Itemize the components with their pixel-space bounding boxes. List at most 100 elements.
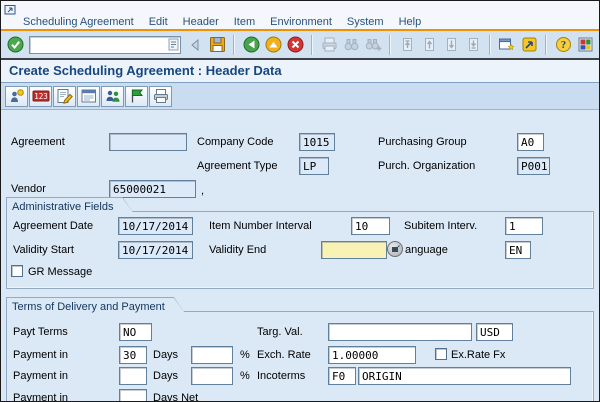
- ex-rate-fx-checkbox[interactable]: [435, 348, 447, 360]
- agreement-type-label: Agreement Type: [197, 160, 278, 172]
- find-button[interactable]: [341, 34, 361, 55]
- purchasing-group-field[interactable]: A0: [517, 133, 544, 151]
- vendor-field[interactable]: 65000021: [109, 180, 196, 198]
- purch-organization-field[interactable]: P001: [517, 157, 550, 175]
- payment-days-field-1[interactable]: 30: [119, 346, 147, 364]
- application-toolbar: 123: [1, 83, 599, 110]
- find-icon: [344, 39, 358, 51]
- previous-page-button[interactable]: [419, 34, 439, 55]
- days-label-1: Days: [153, 349, 179, 361]
- exch-rate-field[interactable]: 1.00000: [328, 346, 416, 364]
- payment-days-field-3[interactable]: [119, 389, 147, 401]
- system-row: [1, 1, 599, 15]
- agreement-field[interactable]: [109, 133, 187, 151]
- payt-terms-field[interactable]: NO: [119, 323, 152, 341]
- f4-help-icon: [391, 244, 400, 252]
- find-next-button[interactable]: [363, 34, 383, 55]
- print-preview-button[interactable]: [149, 85, 172, 107]
- language-field[interactable]: EN: [505, 241, 531, 259]
- payment-percent-field-1[interactable]: [191, 346, 233, 364]
- print-button[interactable]: [319, 34, 339, 55]
- menu-scheduling-agreement[interactable]: Scheduling Agreement: [23, 16, 134, 28]
- next-page-button[interactable]: [441, 34, 461, 55]
- subitem-interval-label: Subitem Interv.: [404, 220, 478, 232]
- first-page-button[interactable]: [397, 34, 417, 55]
- editor-icon: [57, 89, 73, 104]
- conditions-icon: 123: [32, 90, 49, 102]
- menu-environment[interactable]: Environment: [270, 16, 332, 28]
- validity-end-label: Validity End: [209, 244, 267, 256]
- f4-help-button[interactable]: [387, 241, 403, 257]
- payment-days-field-2[interactable]: [119, 367, 147, 385]
- menu-system[interactable]: System: [347, 16, 384, 28]
- payment-in-label-1: Payment in: [13, 349, 69, 361]
- text-overview-button[interactable]: [77, 85, 100, 107]
- enter-button[interactable]: [5, 34, 25, 55]
- standard-toolbar: ?: [1, 31, 599, 58]
- company-code-field[interactable]: 1015: [299, 133, 335, 151]
- language-label: anguage: [405, 244, 448, 256]
- command-field[interactable]: [32, 37, 168, 52]
- enter-icon: [7, 36, 23, 53]
- validity-start-label: Validity Start: [13, 244, 74, 256]
- incoterms-code-field[interactable]: F0: [328, 367, 356, 385]
- targ-val-label: Targ. Val.: [257, 326, 303, 338]
- conditions-button[interactable]: 123: [29, 85, 52, 107]
- print-preview-icon: [153, 89, 168, 103]
- validity-end-field[interactable]: [321, 241, 387, 259]
- gr-message-label: GR Message: [28, 266, 93, 278]
- incoterms-description-field[interactable]: ORIGIN: [358, 367, 571, 385]
- days-label-2: Days: [153, 370, 179, 382]
- page-title: Create Scheduling Agreement : Header Dat…: [1, 60, 599, 82]
- svg-text:?: ?: [560, 40, 565, 51]
- toolbar-separator: [489, 34, 491, 55]
- cancel-button[interactable]: [285, 34, 305, 55]
- terms-section-tab: Terms of Delivery and Payment: [6, 297, 185, 313]
- overview-button[interactable]: [5, 85, 28, 107]
- first-page-icon: [402, 38, 412, 51]
- flag-icon: [131, 89, 143, 103]
- validity-start-field[interactable]: 10/17/2014: [118, 241, 193, 259]
- item-number-interval-field[interactable]: 10: [351, 217, 390, 235]
- sap-window: Scheduling Agreement Edit Header Item En…: [0, 0, 600, 402]
- overview-icon: [10, 89, 24, 102]
- save-button[interactable]: [207, 34, 227, 55]
- last-page-button[interactable]: [463, 34, 483, 55]
- command-history-icon[interactable]: [168, 38, 179, 51]
- cancel-icon: [287, 36, 303, 53]
- partners-button[interactable]: [101, 85, 124, 107]
- vendor-suffix: ,: [201, 185, 205, 197]
- toolbar-separator: [233, 34, 235, 55]
- create-shortcut-icon: [522, 37, 536, 52]
- gr-message-checkbox[interactable]: [11, 265, 23, 277]
- flag-button[interactable]: [125, 85, 148, 107]
- menu-help[interactable]: Help: [399, 16, 422, 28]
- incoterms-label: Incoterms: [257, 370, 306, 382]
- terms-section-title: Terms of Delivery and Payment: [12, 301, 165, 313]
- agreement-type-field[interactable]: LP: [299, 157, 329, 175]
- agreement-date-field[interactable]: 10/17/2014: [118, 217, 193, 235]
- payt-terms-label: Payt Terms: [13, 326, 68, 338]
- payment-in-label-3: Payment in: [13, 392, 69, 402]
- ex-rate-fx-label: Ex.Rate Fx: [451, 349, 506, 361]
- system-menu-icon[interactable]: [4, 2, 16, 15]
- create-shortcut-button[interactable]: [519, 34, 539, 55]
- back-icon: [243, 36, 259, 53]
- percent-sign-1: %: [240, 349, 250, 361]
- currency-field[interactable]: USD: [476, 323, 513, 341]
- back-button[interactable]: [241, 34, 261, 55]
- toolbar-separator: [389, 34, 391, 55]
- customize-layout-icon: [578, 37, 592, 52]
- payment-percent-field-2[interactable]: [191, 367, 233, 385]
- new-session-button[interactable]: [497, 34, 517, 55]
- targ-val-field[interactable]: [328, 323, 472, 341]
- help-button[interactable]: ?: [553, 34, 573, 55]
- editor-button[interactable]: [53, 85, 76, 107]
- subitem-interval-field[interactable]: 1: [505, 217, 543, 235]
- collapse-toolbar-button[interactable]: [185, 34, 205, 55]
- customize-layout-button[interactable]: [575, 34, 595, 55]
- menu-item[interactable]: Item: [234, 16, 255, 28]
- menu-edit[interactable]: Edit: [149, 16, 168, 28]
- exit-button[interactable]: [263, 34, 283, 55]
- menu-header[interactable]: Header: [183, 16, 219, 28]
